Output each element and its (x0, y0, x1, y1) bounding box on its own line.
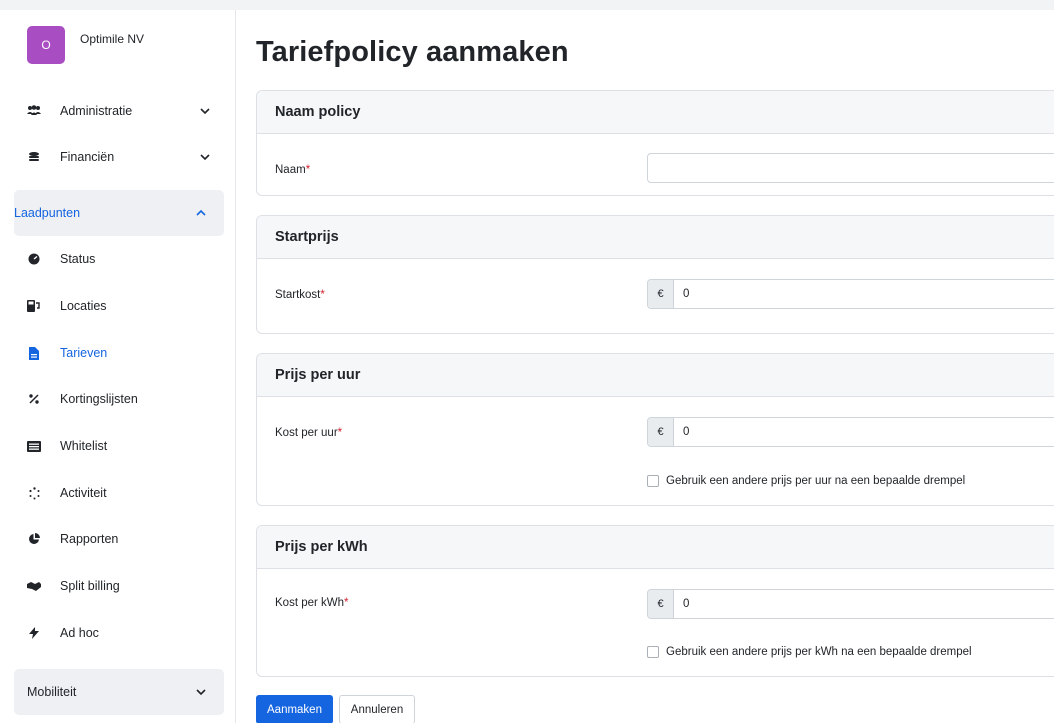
sidebar-item-label: Rapporten (60, 532, 119, 546)
gauge-icon (27, 252, 41, 266)
chevron-down-icon (200, 108, 210, 115)
card-prijs-per-uur: Prijs per uur Kost per uur* € 0 Gebruik … (256, 353, 1054, 506)
sidebar-item-financien[interactable]: Financiën (14, 134, 224, 180)
kost-per-uur-input[interactable]: € 0 (647, 417, 1054, 447)
sidebar-item-label: Administratie (60, 104, 133, 118)
sidebar-item-label: Locaties (60, 299, 107, 313)
input-value: 0 (683, 426, 690, 438)
organization-switcher[interactable]: O Optimile NV (27, 26, 144, 64)
label-text: Startkost (275, 289, 321, 301)
input-value: 0 (683, 598, 690, 610)
field-label-kost-per-uur: Kost per uur* (275, 427, 342, 439)
sidebar-item-label: Whitelist (60, 439, 108, 453)
required-mark: * (344, 597, 349, 609)
users-icon (27, 104, 41, 118)
field-label-startkost: Startkost* (275, 289, 325, 301)
required-mark: * (320, 289, 325, 301)
sidebar-group-label: Laadpunten (14, 206, 81, 220)
drempel-uur-checkbox[interactable] (647, 475, 659, 487)
list-icon (27, 439, 41, 453)
card-naam-policy: Naam policy Naam* (256, 90, 1054, 196)
euro-addon: € (648, 280, 674, 308)
sidebar-item-activiteit[interactable]: Activiteit (14, 470, 224, 516)
sidebar-item-split-billing[interactable]: Split billing (14, 563, 224, 609)
sidebar-group-label: Mobiliteit (27, 685, 77, 699)
pie-chart-icon (27, 532, 41, 546)
charging-station-icon (27, 299, 41, 313)
sidebar: O Optimile NV Administratie Financiën La… (0, 10, 236, 723)
card-header: Naam policy (257, 91, 1054, 134)
sidebar-item-kortingslijsten[interactable]: Kortingslijsten (14, 376, 224, 422)
top-strip (0, 0, 1054, 10)
sidebar-item-locaties[interactable]: Locaties (14, 283, 224, 329)
sidebar-item-administratie[interactable]: Administratie (14, 88, 224, 134)
required-mark: * (305, 164, 311, 176)
sidebar-item-label: Kortingslijsten (60, 392, 138, 406)
drempel-kwh-checkbox[interactable] (647, 646, 659, 658)
spinner-icon (27, 486, 41, 500)
percent-icon (27, 392, 41, 406)
card-header: Startprijs (257, 216, 1054, 259)
card-prijs-per-kwh: Prijs per kWh Kost per kWh* € 0 Gebruik … (256, 525, 1054, 677)
checkbox-label: Gebruik een andere prijs per kWh na een … (666, 646, 972, 658)
org-name: Optimile NV (80, 32, 145, 46)
input-value (648, 154, 1054, 182)
label-text: Kost per kWh (275, 597, 345, 609)
field-label-kost-per-kwh: Kost per kWh* (275, 597, 349, 609)
label-text: Naam (275, 164, 306, 176)
file-icon (27, 346, 41, 360)
org-avatar: O (27, 26, 65, 64)
required-mark: * (337, 427, 343, 439)
kost-per-kwh-input[interactable]: € 0 (647, 589, 1054, 619)
bolt-icon (27, 626, 41, 640)
startkost-input[interactable]: € 0 (647, 279, 1054, 309)
sidebar-group-mobiliteit[interactable]: Mobiliteit (14, 669, 224, 715)
sidebar-item-label: Split billing (60, 579, 120, 593)
euro-addon: € (648, 590, 674, 618)
input-value: 0 (683, 288, 690, 300)
euro-addon: € (648, 418, 674, 446)
sidebar-item-status[interactable]: Status (14, 236, 224, 282)
checkbox-label: Gebruik een andere prijs per uur na een … (666, 475, 966, 487)
drempel-uur-checkbox-row[interactable]: Gebruik een andere prijs per uur na een … (647, 475, 965, 487)
sidebar-item-label: Activiteit (60, 486, 107, 500)
handshake-icon (27, 579, 41, 593)
sidebar-group-laadpunten[interactable]: Laadpunten (14, 190, 224, 236)
drempel-kwh-checkbox-row[interactable]: Gebruik een andere prijs per kWh na een … (647, 646, 972, 658)
sidebar-item-ad-hoc[interactable]: Ad hoc (14, 610, 224, 656)
card-header: Prijs per uur (257, 354, 1054, 397)
coins-icon (27, 150, 41, 164)
chevron-down-icon (196, 689, 206, 696)
sidebar-item-tarieven[interactable]: Tarieven (14, 330, 224, 376)
create-button[interactable]: Aanmaken (256, 695, 333, 723)
naam-input[interactable] (647, 153, 1054, 183)
sidebar-item-label: Financiën (60, 150, 115, 164)
card-startprijs: Startprijs Startkost* € 0 (256, 215, 1054, 334)
sidebar-item-label: Tarieven (60, 346, 108, 360)
page-title: Tariefpolicy aanmaken (256, 36, 569, 68)
field-label-naam: Naam* (275, 164, 310, 176)
sidebar-item-rapporten[interactable]: Rapporten (14, 516, 224, 562)
chevron-up-icon (196, 209, 206, 216)
sidebar-item-label: Ad hoc (60, 626, 99, 640)
sidebar-item-whitelist[interactable]: Whitelist (14, 423, 224, 469)
cancel-button[interactable]: Annuleren (339, 695, 415, 723)
sidebar-item-label: Status (60, 252, 96, 266)
label-text: Kost per uur (275, 427, 338, 439)
chevron-down-icon (200, 154, 210, 161)
card-header: Prijs per kWh (257, 526, 1054, 569)
